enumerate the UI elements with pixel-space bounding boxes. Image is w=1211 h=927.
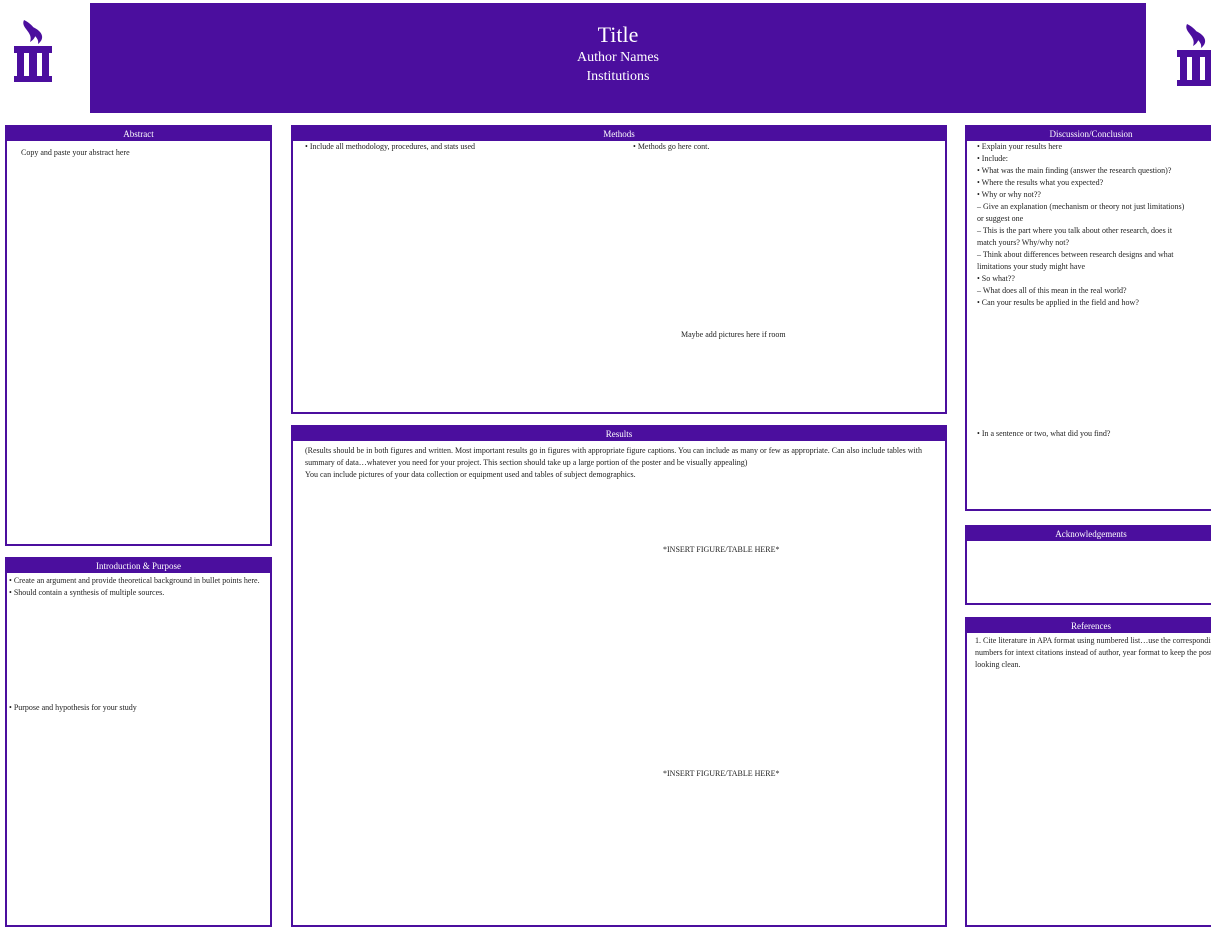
methods-pictures-note: Maybe add pictures here if room: [681, 330, 786, 339]
abstract-panel: Abstract Copy and paste your abstract he…: [5, 125, 272, 546]
methods-col1: Include all methodology, procedures, and…: [305, 141, 475, 153]
results-para: You can include pictures of your data co…: [305, 470, 636, 479]
discussion-heading: Discussion/Conclusion: [967, 127, 1211, 141]
intro-purpose: Purpose and hypothesis for your study: [9, 702, 137, 714]
references-heading: References: [967, 619, 1211, 633]
references-text: 1. Cite literature in APA format using n…: [975, 636, 1211, 669]
acknowledgements-panel: Acknowledgements: [965, 525, 1211, 605]
intro-heading: Introduction & Purpose: [7, 559, 270, 573]
results-para: (Results should be in both figures and w…: [305, 446, 922, 467]
figure-placeholder: *INSERT FIGURE/TABLE HERE*: [663, 769, 780, 778]
methods-panel: Methods Include all methodology, procedu…: [291, 125, 947, 414]
results-text: (Results should be in both figures and w…: [305, 445, 935, 481]
figure-placeholder: *INSERT FIGURE/TABLE HERE*: [663, 545, 780, 554]
poster-title: Title: [597, 22, 639, 47]
references-panel: References 1. Cite literature in APA for…: [965, 617, 1211, 927]
discussion-summary: In a sentence or two, what did you find?: [977, 428, 1111, 440]
university-logo-icon: [1177, 24, 1211, 86]
institutions: Institutions: [586, 69, 650, 84]
university-logo-icon: [14, 20, 52, 82]
abstract-heading: Abstract: [7, 127, 270, 141]
acknowledgements-heading: Acknowledgements: [967, 527, 1211, 541]
methods-heading: Methods: [293, 127, 945, 141]
intro-item: Should contain a synthesis of multiple s…: [9, 587, 264, 599]
discussion-panel: Discussion/Conclusion • Explain your res…: [965, 125, 1211, 511]
intro-item: Create an argument and provide theoretic…: [9, 575, 264, 587]
intro-panel: Introduction & Purpose Create an argumen…: [5, 557, 272, 927]
title-banner: Title Author Names Institutions: [90, 3, 1146, 113]
results-panel: Results (Results should be in both figur…: [291, 425, 947, 927]
intro-list: Create an argument and provide theoretic…: [9, 575, 264, 599]
methods-col2: Methods go here cont.: [633, 141, 710, 153]
results-heading: Results: [293, 427, 945, 441]
discussion-text: • Explain your results here • Include: •…: [977, 142, 1185, 307]
abstract-text: Copy and paste your abstract here: [21, 148, 130, 157]
author-names: Author Names: [576, 50, 660, 65]
